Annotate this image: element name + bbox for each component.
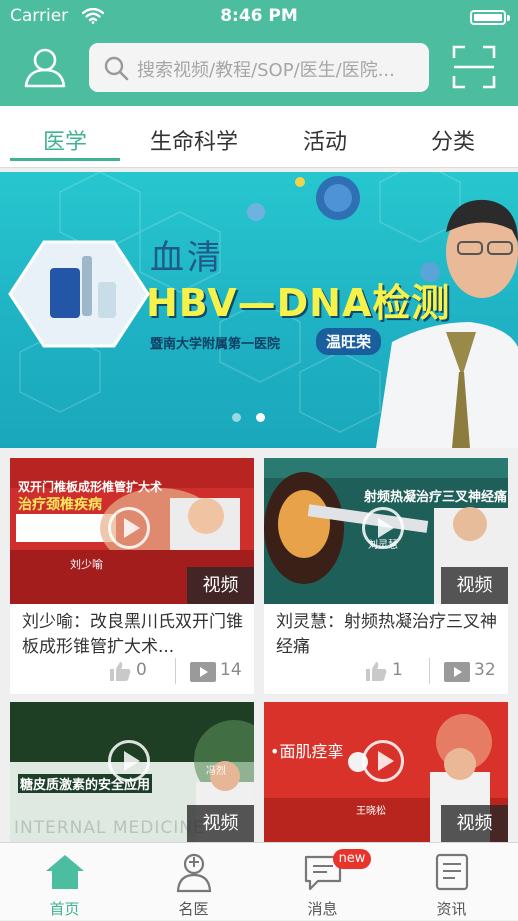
promo-banner[interactable]: 血清 HBV—DNA检测 暨南大学附属第一医院 温旺荣 [0,172,518,448]
tabbar-item-home[interactable]: 首页 [0,843,129,921]
active-tab-indicator [10,158,120,161]
tabbar-item-news[interactable]: 资讯 [387,843,516,921]
tabbar-label: 资讯 [436,900,467,918]
like-count: 1 [392,660,403,680]
tab-events[interactable]: 活动 [270,124,380,156]
tabbar-label: 名医 [178,900,209,918]
thumbnail-presenter: 王晓松 [356,806,386,817]
like-count: 0 [136,660,147,680]
doctor-icon [176,853,212,893]
play-count-icon [444,662,470,682]
video-title: 刘灵慧：射频热凝治疗三叉神经痛 [276,612,497,657]
bottom-tab-bar: 首页 名医 消息 资讯 [0,842,518,920]
play-triangle [378,518,394,538]
tab-categories[interactable]: 分类 [398,124,508,156]
news-icon [435,853,469,891]
thumbnail-subtitle: 治疗颈椎疾病 [18,497,102,513]
tabbar-item-doctors[interactable]: 名医 [129,843,258,921]
video-card[interactable]: •面肌痉挛 王晓松 视频 [264,702,508,842]
carousel-dot-active[interactable] [256,413,265,422]
video-badge: 视频 [441,567,508,604]
search-placeholder: 搜索视频/教程/SOP/医生/医院... [137,60,395,81]
battery-icon [470,10,506,25]
video-card[interactable]: 糖皮质激素的安全应用 冯烈 INTERNAL MEDICINE 视频 [10,702,254,842]
category-tabs: 医学 生命科学 活动 分类 [0,106,518,168]
like-icon[interactable] [364,660,388,682]
play-count-icon [190,662,216,682]
stat-divider [429,658,430,684]
video-badge: 视频 [187,805,254,842]
thumbnail-presenter: 刘少喻 [70,558,103,571]
tabbar-label: 首页 [49,900,80,918]
video-card[interactable]: 射频热凝治疗三叉神经痛 刘灵慧 视频 刘灵慧：射频热凝治疗三叉神经痛 1 32 [264,458,508,694]
thumbnail-presenter: 冯烈 [206,766,226,777]
new-message-badge: new [333,849,371,869]
search-icon [104,56,129,81]
tabbar-label: 消息 [307,900,338,918]
thumbnail-title: 射频热凝治疗三叉神经痛 [364,490,508,505]
battery-tip [507,15,510,21]
scan-icon[interactable] [451,44,497,90]
profile-icon[interactable] [22,44,68,90]
video-thumbnail: •面肌痉挛 王晓松 视频 [264,702,508,842]
video-thumbnail: 射频热凝治疗三叉神经痛 刘灵慧 视频 [264,458,508,604]
top-header: Carrier 8:46 PM 搜索视频/教程/SOP/医生/医院... [0,0,518,106]
video-title: 刘少喻：改良黑川氏双开门锥板成形锥管扩大术... [22,612,243,657]
search-input[interactable]: 搜索视频/教程/SOP/医生/医院... [89,43,429,92]
play-triangle [378,751,394,771]
video-thumbnail: 双开门椎板成形椎管扩大术 治疗颈椎疾病 刘少喻 视频 [10,458,254,604]
thumbnail-title: 双开门椎板成形椎管扩大术 [18,480,163,494]
view-count: 14 [220,660,242,680]
play-triangle [124,518,140,538]
banner-title-line2: HBV—DNA检测 [146,281,451,325]
status-bar: Carrier 8:46 PM [0,0,518,34]
carousel-dot[interactable] [232,413,241,422]
play-triangle [124,751,140,771]
stat-divider [175,658,176,684]
home-icon [46,855,84,889]
view-count: 32 [474,660,496,680]
thumbnail-watermark: INTERNAL MEDICINE [14,818,205,838]
video-card[interactable]: 双开门椎板成形椎管扩大术 治疗颈椎疾病 刘少喻 视频 刘少喻：改良黑川氏双开门锥… [10,458,254,694]
banner-hospital: 暨南大学附属第一医院 [150,337,281,352]
video-badge: 视频 [187,567,254,604]
video-thumbnail: 糖皮质激素的安全应用 冯烈 INTERNAL MEDICINE 视频 [10,702,254,842]
like-icon[interactable] [108,660,132,682]
tab-life-science[interactable]: 生命科学 [134,124,254,156]
banner-doctor-name: 温旺荣 [316,328,382,355]
tab-medicine[interactable]: 医学 [10,124,120,156]
video-badge: 视频 [441,805,508,842]
thumbnail-title: •面肌痉挛 [270,742,344,761]
clock: 8:46 PM [220,6,298,26]
